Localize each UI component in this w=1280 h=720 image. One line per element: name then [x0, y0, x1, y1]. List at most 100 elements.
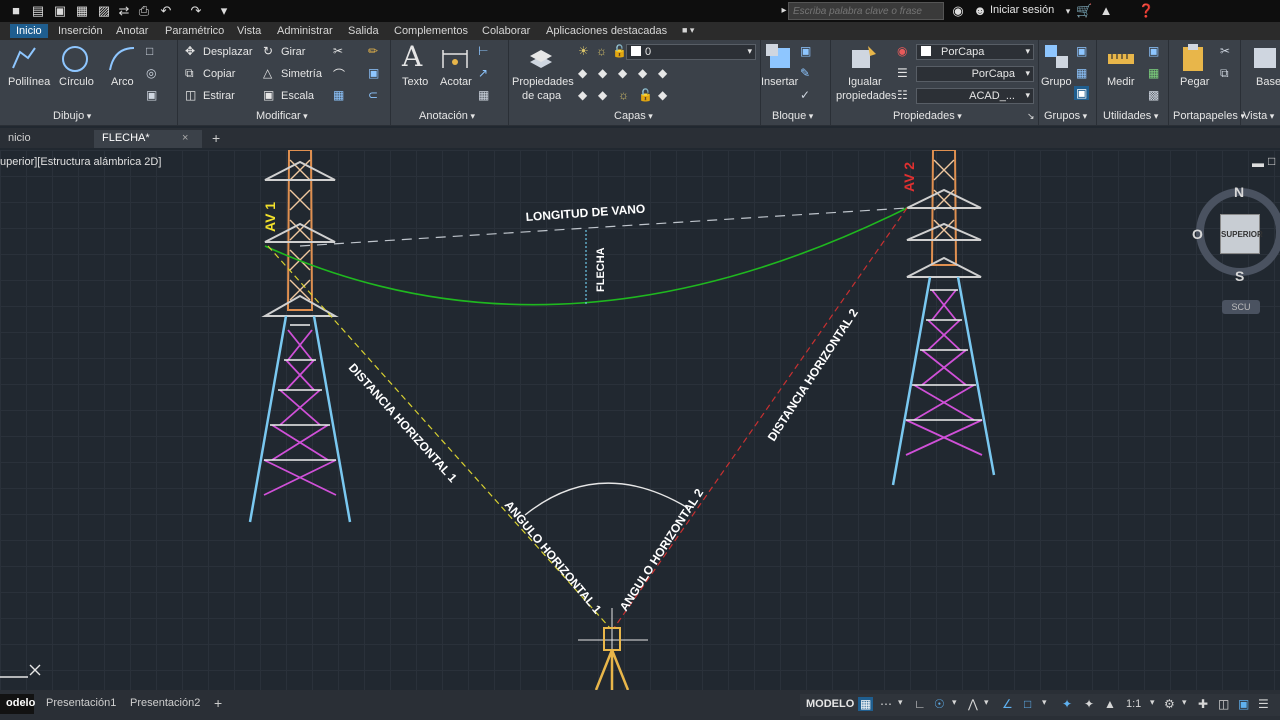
- arc-icon[interactable]: [106, 44, 136, 74]
- viewcube-face[interactable]: SUPERIOR: [1220, 214, 1263, 254]
- viewport-restore-icon[interactable]: □: [1268, 154, 1275, 168]
- panel-title-bloque[interactable]: Bloque: [772, 110, 813, 122]
- signin-dropdown-icon[interactable]: ▾: [1060, 3, 1076, 19]
- label-distancia-2[interactable]: DISTANCIA HORIZONTAL 2: [765, 306, 861, 444]
- snap-dropdown-icon[interactable]: ▾: [898, 697, 903, 708]
- save-as-icon[interactable]: ▦: [74, 3, 90, 19]
- save-icon[interactable]: ▣: [52, 3, 68, 19]
- layer-tool-icon[interactable]: ◆: [618, 66, 627, 80]
- tab-modelo[interactable]: odelo: [0, 694, 35, 714]
- color-wheel-icon[interactable]: ◉: [897, 44, 907, 58]
- tab-start[interactable]: nicio: [0, 130, 92, 148]
- array-icon[interactable]: ▦: [333, 88, 344, 102]
- edit-block-icon[interactable]: ✎: [800, 66, 810, 80]
- panel-title-grupos[interactable]: Grupos: [1044, 110, 1087, 122]
- search-input[interactable]: [788, 2, 944, 20]
- viewcube-south[interactable]: S: [1235, 268, 1244, 284]
- print-icon[interactable]: ⎙: [136, 3, 152, 19]
- texto-button[interactable]: Texto: [402, 76, 428, 88]
- explode-icon[interactable]: ▣: [368, 66, 379, 80]
- viewcube-west[interactable]: O: [1192, 226, 1203, 242]
- model-space-button[interactable]: MODELO: [806, 698, 854, 710]
- add-layout-icon[interactable]: +: [214, 695, 222, 711]
- isodraft-dropdown-icon[interactable]: ▾: [984, 697, 989, 708]
- annotation-scale-value[interactable]: 1:1: [1126, 698, 1141, 710]
- id-point-icon[interactable]: ▩: [1148, 88, 1159, 102]
- ribbon-options-icon[interactable]: ■ ▾: [676, 24, 700, 37]
- label-av2[interactable]: AV 2: [901, 162, 917, 192]
- cut-icon[interactable]: ✂: [1220, 44, 1230, 58]
- print-preview-icon[interactable]: ▨: [96, 3, 112, 19]
- workspace-gear-icon[interactable]: ⚙: [1164, 697, 1175, 711]
- ucs-menu[interactable]: SCU: [1222, 300, 1260, 314]
- clipboard-icon[interactable]: [1180, 42, 1206, 72]
- panel-title-anotacion[interactable]: Anotación: [419, 110, 475, 122]
- ortho-icon[interactable]: ∟: [914, 697, 926, 711]
- escala-button[interactable]: Escala: [281, 90, 314, 102]
- autodesk-a360-icon[interactable]: ▲: [1098, 3, 1114, 19]
- pegar-button[interactable]: Pegar: [1180, 76, 1209, 88]
- acotar-button[interactable]: Acotar: [440, 76, 472, 88]
- layer-tool-icon[interactable]: ☼: [618, 88, 629, 102]
- ungroup-icon[interactable]: ▣: [1076, 44, 1087, 58]
- calculator-icon[interactable]: ▦: [1148, 66, 1159, 80]
- layer-tool-icon[interactable]: ◆: [598, 88, 607, 102]
- layer-tool-icon[interactable]: ◆: [578, 66, 587, 80]
- total-station-icon[interactable]: [578, 608, 648, 690]
- annotation-visibility-icon[interactable]: ✦: [1062, 697, 1072, 711]
- fillet-icon[interactable]: ⌒: [333, 66, 345, 83]
- rectangle-icon[interactable]: □: [146, 44, 153, 58]
- linetype-icon[interactable]: ☷: [897, 88, 908, 102]
- annotation-scale-icon[interactable]: ▲: [1104, 697, 1116, 711]
- layer-properties-line2[interactable]: de capa: [522, 90, 561, 102]
- layer-tool-icon[interactable]: ◆: [598, 66, 607, 80]
- polyline-icon[interactable]: [10, 44, 38, 72]
- layer-tool-icon[interactable]: ◆: [578, 88, 587, 102]
- label-angulo-1[interactable]: ANGULO HORIZONTAL 1: [502, 498, 605, 617]
- tab-presentacion2[interactable]: Presentación2: [124, 694, 206, 714]
- match-properties-icon[interactable]: [848, 42, 878, 72]
- layer-freeze-icon[interactable]: ☼: [596, 44, 607, 58]
- group-select-icon[interactable]: ▣: [1074, 86, 1090, 100]
- grid-icon[interactable]: ▦: [858, 697, 874, 711]
- annotation-autoscale-icon[interactable]: ✦: [1084, 697, 1094, 711]
- hatch-icon[interactable]: ◎: [146, 66, 156, 80]
- customization-icon[interactable]: ☰: [1258, 697, 1269, 711]
- dimension-icon[interactable]: [440, 44, 470, 72]
- redo-icon[interactable]: ↷: [188, 3, 204, 19]
- tab-administrar[interactable]: Administrar: [271, 24, 339, 38]
- attribute-icon[interactable]: ✓: [800, 88, 810, 102]
- color-dropdown[interactable]: PorCapa: [916, 44, 1034, 60]
- layer-tool-icon[interactable]: ◆: [638, 66, 647, 80]
- copy-clip-icon[interactable]: ⧉: [1220, 66, 1229, 81]
- insert-block-icon[interactable]: [764, 42, 794, 72]
- measure-icon[interactable]: [1106, 46, 1136, 70]
- new-tab-icon[interactable]: +: [212, 130, 220, 146]
- object-snap-dropdown-icon[interactable]: ▾: [1042, 697, 1047, 708]
- erase-icon[interactable]: ✏: [368, 44, 378, 58]
- layer-properties-line1[interactable]: Propiedades: [512, 76, 574, 88]
- viewcube-north[interactable]: N: [1234, 184, 1244, 200]
- create-block-icon[interactable]: ▣: [800, 44, 811, 58]
- panel-title-capas[interactable]: Capas: [614, 110, 653, 122]
- layer-on-icon[interactable]: ☀: [578, 44, 589, 58]
- layer-tool-icon[interactable]: ◆: [658, 88, 667, 102]
- object-snap-tracking-icon[interactable]: ∠: [1002, 697, 1013, 711]
- label-distancia-1[interactable]: DISTANCIA HORIZONTAL 1: [346, 361, 460, 486]
- circle-icon[interactable]: [60, 44, 90, 74]
- layer-properties-icon[interactable]: [526, 44, 556, 74]
- tab-inicio[interactable]: Inicio: [10, 24, 48, 38]
- tab-complementos[interactable]: Complementos: [388, 24, 474, 38]
- lineweight-dropdown[interactable]: ACAD_...: [916, 88, 1034, 104]
- copiar-button[interactable]: Copiar: [203, 68, 235, 80]
- base-view-icon[interactable]: [1250, 42, 1278, 72]
- tab-colaborar[interactable]: Colaborar: [476, 24, 536, 38]
- share-icon[interactable]: ⇄: [116, 3, 132, 19]
- quick-properties-icon[interactable]: ▣: [1238, 697, 1249, 711]
- viewport-minimize-icon[interactable]: ▬: [1252, 156, 1264, 170]
- tab-aplicaciones[interactable]: Aplicaciones destacadas: [540, 24, 673, 38]
- polilinea-button[interactable]: Polilínea: [8, 76, 50, 88]
- user-icon[interactable]: ☻: [972, 3, 988, 19]
- new-file-icon[interactable]: ■: [8, 3, 24, 19]
- horizontal-angle-arc[interactable]: [524, 482, 689, 516]
